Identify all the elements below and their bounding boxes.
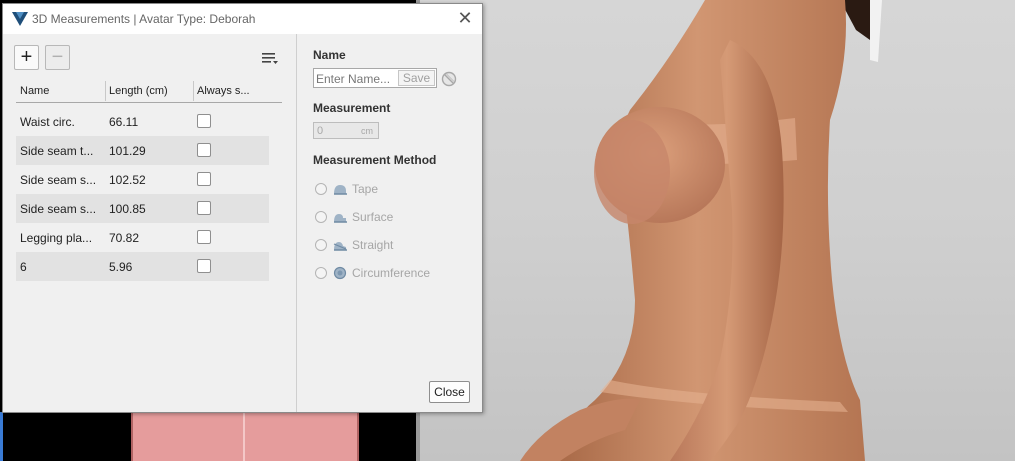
avatar-model[interactable]	[420, 0, 1015, 461]
always-show-checkbox[interactable]	[197, 201, 211, 215]
row-length: 102.52	[109, 173, 146, 187]
name-field-container: Save	[313, 68, 437, 88]
always-show-checkbox[interactable]	[197, 230, 211, 244]
row-name: Waist circ.	[20, 115, 75, 129]
row-length: 100.85	[109, 202, 146, 216]
row-name: Side seam s...	[20, 173, 97, 187]
garment-pattern-piece[interactable]	[131, 412, 359, 461]
save-name-button[interactable]: Save	[398, 70, 435, 86]
method-radio[interactable]	[315, 183, 327, 195]
no-entry-icon[interactable]	[441, 71, 457, 87]
method-label: Circumference	[352, 266, 431, 280]
table-row[interactable]: Side seam t... 101.29	[16, 136, 269, 165]
measurement-label: Measurement	[313, 101, 391, 115]
measurement-value-field: 0 cm	[313, 122, 379, 139]
method-option-surface[interactable]: Surface	[315, 209, 475, 225]
row-length: 66.11	[109, 115, 139, 129]
3d-measurements-dialog: 3D Measurements | Avatar Type: Deborah ✕…	[2, 3, 483, 413]
pattern-outline-edge	[0, 412, 3, 461]
measurement-name-input[interactable]	[316, 71, 398, 86]
table-header: Name Length (cm) Always s...	[16, 79, 282, 103]
row-name: Side seam t...	[20, 144, 94, 158]
name-label: Name	[313, 48, 346, 62]
always-show-checkbox[interactable]	[197, 114, 211, 128]
row-name: 6	[20, 260, 27, 274]
method-label: Tape	[352, 182, 379, 196]
method-radio[interactable]	[315, 267, 327, 279]
measurement-unit: cm	[361, 126, 373, 136]
straight-measure-icon	[333, 242, 347, 251]
row-name: Side seam s...	[20, 202, 97, 216]
method-option-straight[interactable]: Straight	[315, 237, 475, 253]
3d-viewport[interactable]	[420, 0, 1015, 461]
measurement-list-pane: + − Name Length (cm) Always s... Waist c…	[3, 34, 295, 412]
measurement-properties-pane: Name Save Measurement 0 cm Measurement M…	[296, 34, 482, 412]
column-separator[interactable]	[105, 81, 106, 101]
table-row[interactable]: Side seam s... 100.85	[16, 194, 269, 223]
always-show-checkbox[interactable]	[197, 172, 211, 186]
row-name: Legging pla...	[20, 231, 93, 245]
remove-measurement-button[interactable]: −	[45, 45, 70, 70]
measurement-table: Name Length (cm) Always s... Waist circ.…	[16, 79, 282, 281]
add-measurement-button[interactable]: +	[14, 45, 39, 70]
always-show-checkbox[interactable]	[197, 143, 211, 157]
row-length: 101.29	[109, 144, 146, 158]
table-row[interactable]: Legging pla... 70.82	[16, 223, 269, 252]
method-label: Surface	[352, 210, 394, 224]
column-header-always-show[interactable]: Always s...	[197, 85, 250, 97]
method-option-tape[interactable]: Tape	[315, 181, 475, 197]
always-show-checkbox[interactable]	[197, 259, 211, 273]
column-header-name[interactable]: Name	[20, 85, 49, 97]
app-logo-icon	[12, 12, 28, 26]
method-radio[interactable]	[315, 211, 327, 223]
surface-measure-icon	[334, 214, 347, 223]
dialog-title: 3D Measurements | Avatar Type: Deborah	[32, 12, 256, 26]
column-separator[interactable]	[193, 81, 194, 101]
method-option-circumference[interactable]: Circumference	[315, 265, 475, 281]
row-length: 5.96	[109, 260, 133, 274]
table-row[interactable]: Side seam s... 102.52	[16, 165, 269, 194]
list-options-menu-icon[interactable]	[261, 50, 279, 66]
method-label: Straight	[352, 238, 394, 252]
table-row[interactable]: 6 5.96	[16, 252, 269, 281]
dialog-titlebar[interactable]: 3D Measurements | Avatar Type: Deborah ✕	[3, 4, 482, 34]
method-radio[interactable]	[315, 239, 327, 251]
table-row[interactable]: Waist circ. 66.11	[16, 107, 269, 136]
pattern-seam-line	[243, 412, 245, 461]
close-icon[interactable]: ✕	[455, 9, 475, 29]
tape-measure-icon	[334, 185, 347, 195]
circumference-measure-icon	[333, 266, 347, 280]
measurement-method-label: Measurement Method	[313, 153, 437, 167]
measurement-value: 0	[317, 125, 324, 137]
column-header-length[interactable]: Length (cm)	[109, 85, 168, 97]
row-length: 70.82	[109, 231, 140, 245]
close-button[interactable]: Close	[429, 381, 470, 403]
